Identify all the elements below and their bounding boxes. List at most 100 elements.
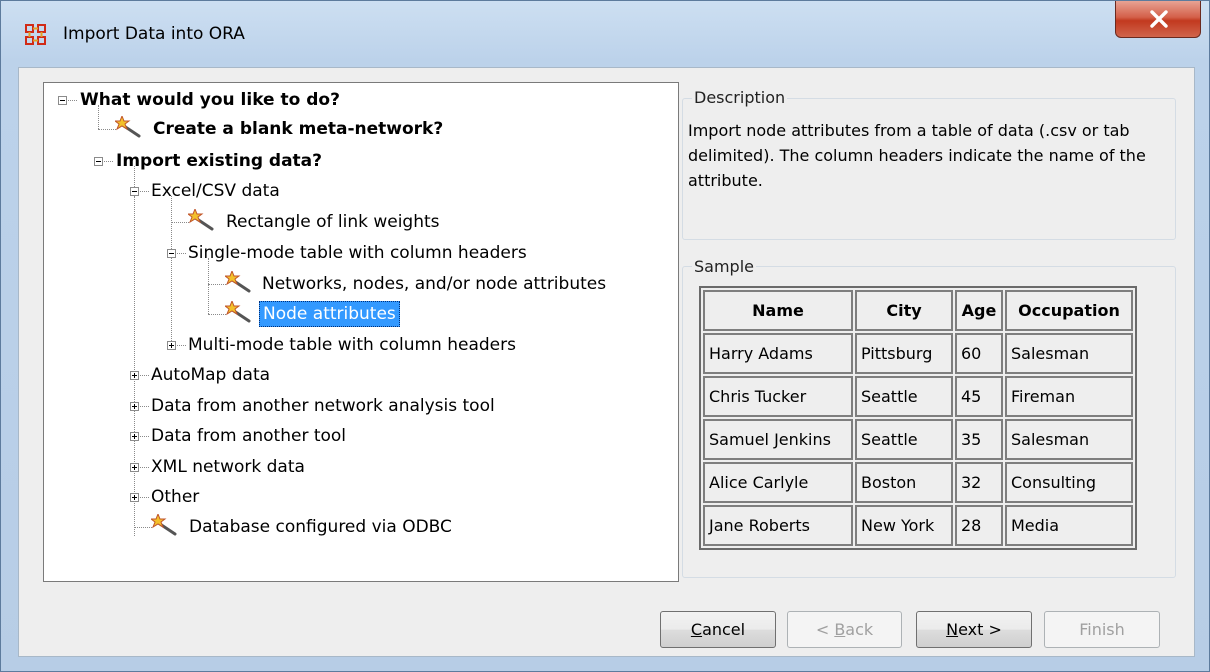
cancel-mnemonic: C	[690, 620, 703, 639]
import-dialog-window: Import Data into ORA What would you like…	[0, 0, 1210, 672]
title-bar[interactable]: Import Data into ORA	[1, 1, 1209, 67]
expand-toggle-other[interactable]	[130, 493, 139, 502]
table-cell: 28	[955, 505, 1003, 546]
table-cell: Seattle	[855, 419, 953, 460]
collapse-toggle-import[interactable]	[94, 157, 103, 166]
collapse-toggle-root[interactable]	[58, 96, 67, 105]
tree-node-import-existing[interactable]: Import existing data?	[116, 148, 322, 174]
tree-connector	[140, 375, 149, 376]
table-cell: New York	[855, 505, 953, 546]
table-cell: Alice Carlyle	[703, 462, 853, 503]
tree-node-single-mode-table[interactable]: Single-mode table with column headers	[188, 240, 527, 266]
cancel-label: ancel	[702, 620, 746, 639]
tree-connector	[208, 258, 209, 314]
table-cell: Pittsburg	[855, 333, 953, 374]
table-header-row: Name City Age Occupation	[703, 290, 1133, 331]
cancel-button[interactable]: Cancel	[660, 611, 776, 648]
next-button[interactable]: Next >	[916, 611, 1032, 648]
table-cell: 35	[955, 419, 1003, 460]
table-cell: Consulting	[1005, 462, 1133, 503]
table-cell: Media	[1005, 505, 1133, 546]
tree-node-excel-csv[interactable]: Excel/CSV data	[151, 178, 280, 204]
tree-connector	[140, 436, 149, 437]
table-cell: Salesman	[1005, 419, 1133, 460]
dialog-body: What would you like to do? Create a blan…	[18, 67, 1195, 657]
window-title: Import Data into ORA	[63, 24, 245, 44]
expand-toggle-other-tool[interactable]	[130, 432, 139, 441]
expand-toggle-xml[interactable]	[130, 463, 139, 472]
table-cell: Harry Adams	[703, 333, 853, 374]
tree-connector	[140, 467, 149, 468]
wand-icon	[151, 514, 177, 536]
wand-icon	[188, 209, 214, 231]
table-row: Alice Carlyle Boston 32 Consulting	[703, 462, 1133, 503]
tree-connector	[171, 196, 172, 343]
tree-connector	[140, 191, 149, 192]
tree-node-networks-nodes-attributes[interactable]: Networks, nodes, and/or node attributes	[262, 271, 606, 297]
finish-button[interactable]: Finish	[1044, 611, 1160, 648]
tree-connector	[208, 314, 226, 315]
column-header: Occupation	[1005, 290, 1133, 331]
table-row: Chris Tucker Seattle 45 Fireman	[703, 376, 1133, 417]
column-header: Age	[955, 290, 1003, 331]
back-prefix: <	[815, 620, 835, 639]
tree-connector	[134, 196, 135, 536]
import-options-tree[interactable]: What would you like to do? Create a blan…	[43, 82, 679, 582]
table-cell: Boston	[855, 462, 953, 503]
sample-table: Name City Age Occupation Harry Adams Pit…	[699, 286, 1137, 550]
back-label: ack	[845, 620, 874, 639]
tree-connector	[140, 497, 149, 498]
table-cell: 45	[955, 376, 1003, 417]
tree-node-node-attributes-selected[interactable]: Node attributes	[259, 301, 400, 327]
column-header: City	[855, 290, 953, 331]
expand-toggle-multi-mode[interactable]	[167, 341, 176, 350]
table-cell: Fireman	[1005, 376, 1133, 417]
table-cell: Salesman	[1005, 333, 1133, 374]
tree-node-automap[interactable]: AutoMap data	[151, 362, 270, 388]
sample-label: Sample	[692, 257, 756, 276]
description-label: Description	[692, 88, 788, 107]
tree-node-other[interactable]: Other	[151, 484, 199, 510]
tree-node-xml-network[interactable]: XML network data	[151, 454, 305, 480]
table-row: Jane Roberts New York 28 Media	[703, 505, 1133, 546]
collapse-toggle-single-mode[interactable]	[167, 249, 176, 258]
next-mnemonic: N	[946, 620, 959, 639]
tree-node-other-tool[interactable]: Data from another tool	[151, 423, 346, 449]
tree-connector	[171, 222, 189, 223]
tree-node-other-network-tool[interactable]: Data from another network analysis tool	[151, 393, 495, 419]
tree-connector	[177, 345, 186, 346]
table-cell: Seattle	[855, 376, 953, 417]
tree-connector	[104, 161, 113, 162]
wand-icon	[225, 301, 251, 323]
next-label: ext >	[958, 620, 1002, 639]
tree-node-rectangle-link-weights[interactable]: Rectangle of link weights	[226, 209, 440, 235]
table-cell: 32	[955, 462, 1003, 503]
close-button[interactable]	[1115, 1, 1201, 38]
expand-toggle-other-network-tool[interactable]	[130, 402, 139, 411]
description-text: Import node attributes from a table of d…	[688, 121, 1146, 190]
table-row: Harry Adams Pittsburg 60 Salesman	[703, 333, 1133, 374]
tree-connector	[68, 100, 77, 101]
wand-icon	[115, 116, 141, 138]
collapse-toggle-excel[interactable]	[130, 187, 139, 196]
tree-connector	[177, 253, 186, 254]
back-mnemonic: B	[834, 620, 846, 639]
expand-toggle-automap[interactable]	[130, 371, 139, 380]
close-icon	[1150, 10, 1168, 28]
tree-connector	[140, 406, 149, 407]
table-cell: Samuel Jenkins	[703, 419, 853, 460]
tree-node-odbc-database[interactable]: Database configured via ODBC	[189, 514, 452, 540]
tree-connector	[134, 527, 152, 528]
ora-app-icon	[25, 24, 46, 45]
wand-icon	[225, 271, 251, 293]
table-cell: 60	[955, 333, 1003, 374]
column-header: Name	[703, 290, 853, 331]
tree-connector	[98, 129, 116, 130]
tree-node-create-blank[interactable]: Create a blank meta-network?	[153, 116, 443, 142]
table-cell: Chris Tucker	[703, 376, 853, 417]
tree-node-root[interactable]: What would you like to do?	[80, 87, 340, 113]
tree-connector	[208, 284, 226, 285]
back-button[interactable]: < Back	[787, 611, 902, 648]
tree-node-multi-mode-table[interactable]: Multi-mode table with column headers	[188, 332, 516, 358]
table-cell: Jane Roberts	[703, 505, 853, 546]
